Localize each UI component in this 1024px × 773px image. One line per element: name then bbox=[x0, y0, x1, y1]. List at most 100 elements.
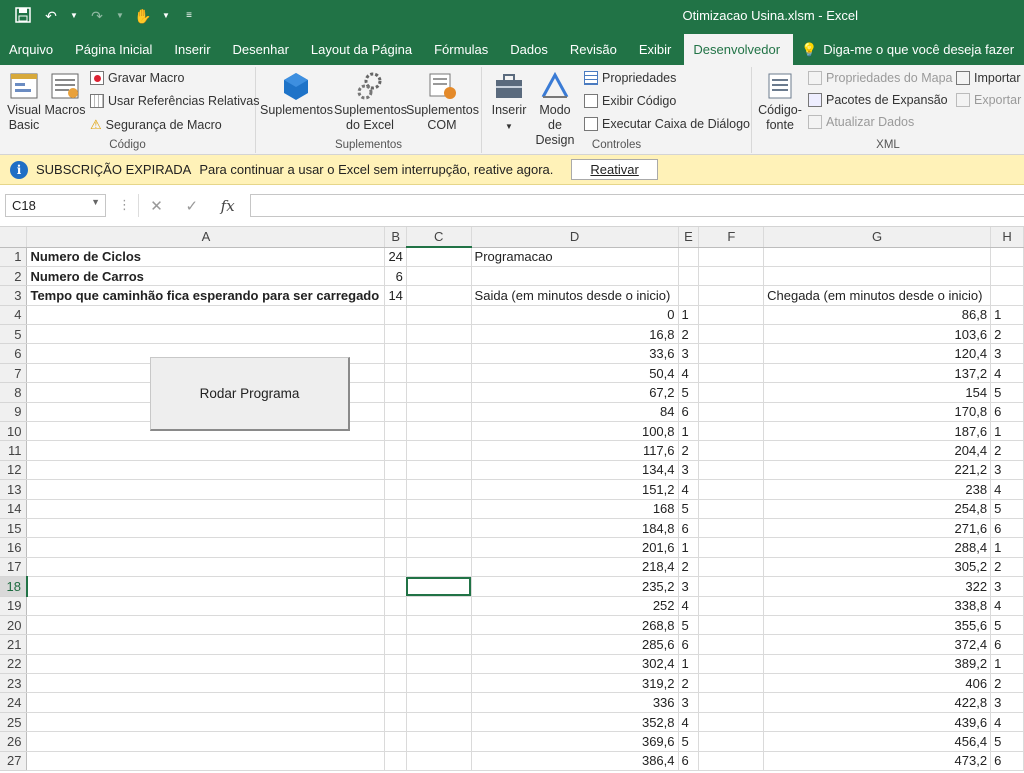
cell-g[interactable] bbox=[763, 247, 992, 267]
cell-a[interactable] bbox=[26, 537, 386, 558]
cell-b[interactable] bbox=[384, 499, 407, 519]
cell-a[interactable] bbox=[26, 654, 386, 675]
tab-formulas[interactable]: Fórmulas bbox=[425, 34, 501, 65]
cell-f[interactable] bbox=[698, 557, 765, 578]
cell-b[interactable] bbox=[384, 460, 407, 481]
cell-d[interactable]: 33,6 bbox=[471, 343, 679, 364]
cell-b[interactable] bbox=[384, 634, 407, 655]
column-header-b[interactable]: B bbox=[384, 227, 407, 248]
cell-h[interactable]: 3 bbox=[990, 343, 1024, 364]
cell-e[interactable]: 2 bbox=[678, 440, 700, 461]
cell-h[interactable] bbox=[990, 247, 1024, 267]
cell-e[interactable]: 2 bbox=[678, 557, 700, 578]
cell-d[interactable]: 285,6 bbox=[471, 634, 679, 655]
cell-h[interactable]: 4 bbox=[990, 596, 1024, 616]
cell-h[interactable] bbox=[990, 285, 1024, 306]
cell-d[interactable]: 252 bbox=[471, 596, 679, 616]
row-header[interactable]: 5 bbox=[0, 324, 28, 345]
rodar-programa-button[interactable]: Rodar Programa bbox=[150, 357, 350, 431]
cell-g[interactable]: 372,4 bbox=[763, 634, 992, 655]
cell-a[interactable] bbox=[26, 460, 386, 481]
name-box[interactable]: C18 ▼ bbox=[5, 194, 106, 217]
cell-b[interactable] bbox=[384, 576, 407, 597]
cell-c[interactable] bbox=[406, 382, 472, 403]
cell-g[interactable]: 154 bbox=[763, 382, 992, 403]
row-header[interactable]: 21 bbox=[0, 634, 28, 655]
cell-h[interactable]: 2 bbox=[990, 324, 1024, 345]
cell-g[interactable]: 103,6 bbox=[763, 324, 992, 345]
propriedades-button[interactable]: Propriedades bbox=[584, 71, 676, 85]
cell-e[interactable]: 6 bbox=[678, 402, 700, 423]
suplementos-com-button[interactable]: Suplementos COM bbox=[406, 71, 479, 133]
cell-d[interactable]: 218,4 bbox=[471, 557, 679, 578]
pacotes-de-expansao-button[interactable]: Pacotes de Expansão bbox=[808, 93, 948, 107]
cell-c[interactable] bbox=[406, 343, 472, 364]
cell-c[interactable] bbox=[406, 499, 472, 519]
cell-b[interactable]: 14 bbox=[384, 285, 407, 306]
cell-f[interactable] bbox=[698, 343, 765, 364]
cell-b[interactable] bbox=[384, 343, 407, 364]
cell-d[interactable]: Saida (em minutos desde o inicio) bbox=[471, 285, 679, 306]
cell-f[interactable] bbox=[698, 266, 765, 287]
cell-h[interactable]: 4 bbox=[990, 363, 1024, 384]
cell-e[interactable]: 6 bbox=[678, 634, 700, 655]
column-header-f[interactable]: F bbox=[698, 227, 765, 248]
cell-h[interactable]: 2 bbox=[990, 440, 1024, 461]
row-header[interactable]: 27 bbox=[0, 751, 28, 772]
cell-d[interactable]: Programacao bbox=[471, 247, 679, 267]
cell-f[interactable] bbox=[698, 421, 765, 442]
cell-h[interactable]: 1 bbox=[990, 654, 1024, 675]
cell-a[interactable] bbox=[26, 518, 386, 539]
tab-inserir[interactable]: Inserir bbox=[165, 34, 223, 65]
cell-e[interactable]: 2 bbox=[678, 673, 700, 694]
exportar-button[interactable]: Exportar bbox=[956, 93, 1021, 107]
cell-a[interactable] bbox=[26, 479, 386, 500]
cell-e[interactable]: 3 bbox=[678, 692, 700, 713]
tell-me-box[interactable]: 💡 Diga-me o que você deseja fazer bbox=[801, 34, 1014, 65]
cell-g[interactable]: 338,8 bbox=[763, 596, 992, 616]
row-header[interactable]: 18 bbox=[0, 576, 28, 597]
row-header[interactable]: 4 bbox=[0, 305, 28, 326]
chevron-down-icon[interactable]: ▼ bbox=[91, 197, 100, 207]
cell-g[interactable]: 473,2 bbox=[763, 751, 992, 772]
cell-d[interactable]: 16,8 bbox=[471, 324, 679, 345]
row-header[interactable]: 9 bbox=[0, 402, 28, 423]
cell-a[interactable] bbox=[26, 305, 386, 326]
cell-d[interactable]: 100,8 bbox=[471, 421, 679, 442]
cell-e[interactable]: 4 bbox=[678, 596, 700, 616]
cell-g[interactable]: 120,4 bbox=[763, 343, 992, 364]
row-header[interactable]: 25 bbox=[0, 712, 28, 733]
cell-h[interactable]: 4 bbox=[990, 479, 1024, 500]
cell-c[interactable] bbox=[406, 634, 472, 655]
cell-e[interactable]: 4 bbox=[678, 363, 700, 384]
cell-e[interactable] bbox=[678, 285, 700, 306]
cell-a[interactable]: Tempo que caminhão fica esperando para s… bbox=[26, 285, 386, 306]
cell-f[interactable] bbox=[698, 654, 765, 675]
cell-c[interactable] bbox=[406, 596, 472, 616]
tab-dados[interactable]: Dados bbox=[501, 34, 561, 65]
cell-a[interactable] bbox=[26, 634, 386, 655]
cell-b[interactable] bbox=[384, 324, 407, 345]
cell-g[interactable]: 305,2 bbox=[763, 557, 992, 578]
cell-c[interactable] bbox=[406, 557, 472, 578]
cell-b[interactable] bbox=[384, 305, 407, 326]
row-header[interactable]: 8 bbox=[0, 382, 28, 403]
cell-b[interactable] bbox=[384, 673, 407, 694]
cell-b[interactable] bbox=[384, 402, 407, 423]
cell-g[interactable]: 406 bbox=[763, 673, 992, 694]
cell-f[interactable] bbox=[698, 712, 765, 733]
executar-caixa-de-dialogo-button[interactable]: Executar Caixa de Diálogo bbox=[584, 117, 750, 131]
row-header[interactable]: 12 bbox=[0, 460, 28, 481]
cell-h[interactable]: 4 bbox=[990, 712, 1024, 733]
cell-b[interactable]: 24 bbox=[384, 247, 407, 267]
cell-b[interactable] bbox=[384, 654, 407, 675]
cell-e[interactable]: 3 bbox=[678, 460, 700, 481]
cell-g[interactable]: 271,6 bbox=[763, 518, 992, 539]
cell-b[interactable] bbox=[384, 751, 407, 772]
cell-f[interactable] bbox=[698, 673, 765, 694]
cell-f[interactable] bbox=[698, 576, 765, 597]
suplementos-button[interactable]: Suplementos bbox=[260, 71, 333, 118]
row-header[interactable]: 6 bbox=[0, 343, 28, 364]
cell-c[interactable] bbox=[406, 518, 472, 539]
cell-a[interactable] bbox=[26, 751, 386, 772]
